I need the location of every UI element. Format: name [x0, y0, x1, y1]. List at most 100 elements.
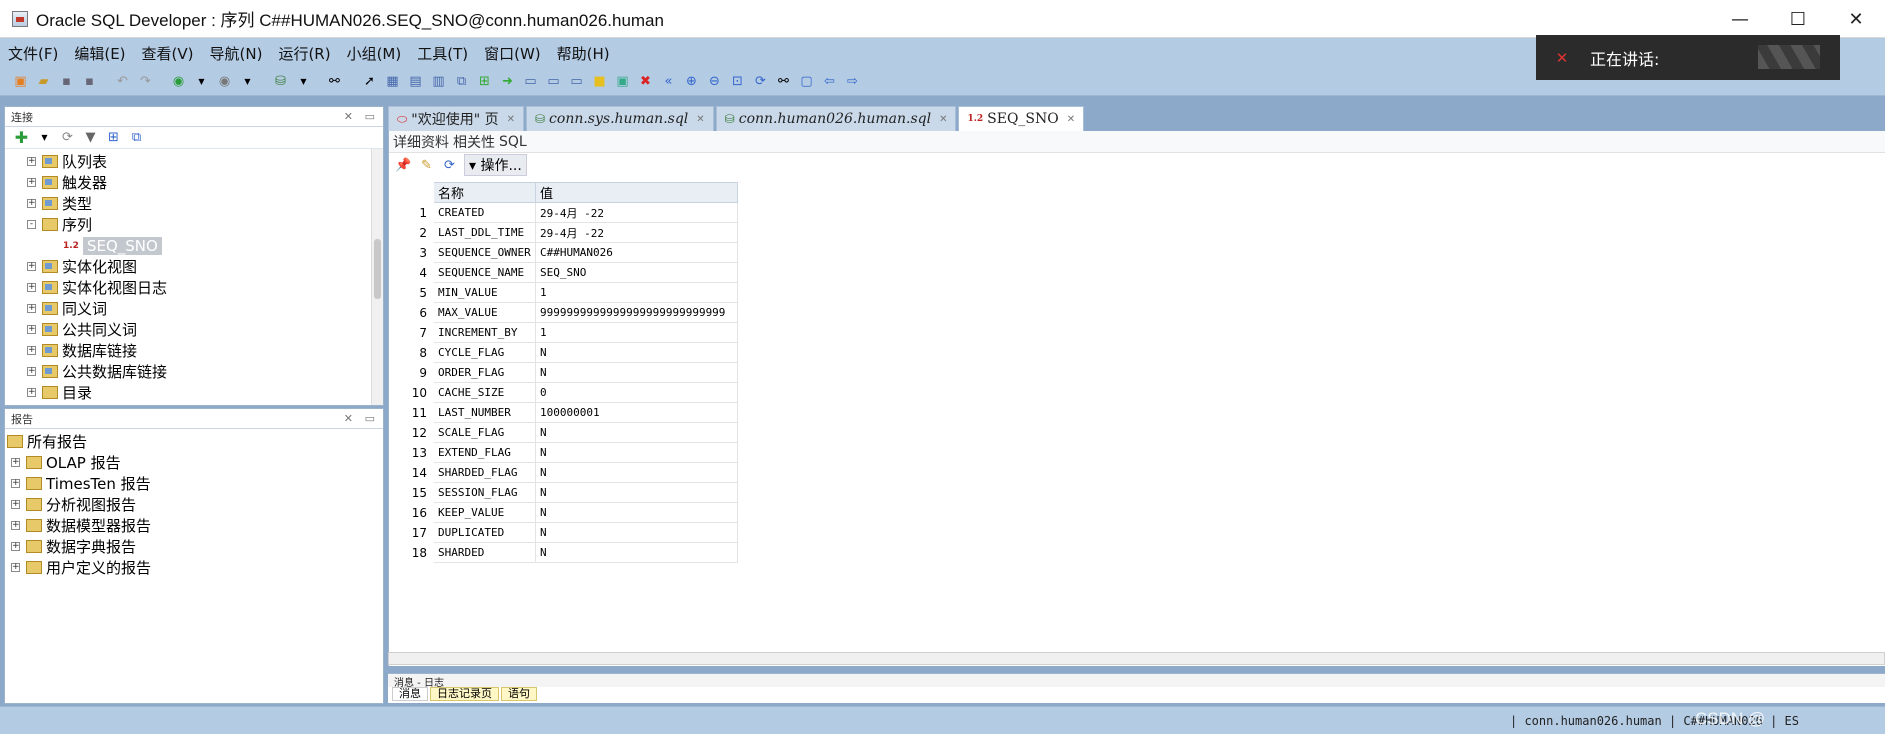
cell-value[interactable]: N: [535, 422, 738, 443]
tree-item[interactable]: + 公共同义词: [27, 319, 137, 340]
expand-icon[interactable]: +: [27, 304, 36, 313]
cell-name[interactable]: SCALE_FLAG: [433, 422, 536, 443]
table-row[interactable]: 6 MAX_VALUE 9999999999999999999999999999: [389, 302, 738, 323]
expand-icon[interactable]: +: [11, 542, 20, 551]
chevron-down-icon[interactable]: ▼: [36, 129, 53, 146]
cell-name[interactable]: LAST_NUMBER: [433, 402, 536, 423]
cell-value[interactable]: N: [535, 502, 738, 523]
zoom-out-icon[interactable]: ⊖: [706, 73, 723, 90]
table-row[interactable]: 4 SEQUENCE_NAME SEQ_SNO: [389, 262, 738, 283]
add-connection-icon[interactable]: ✚: [13, 129, 30, 146]
sql-worksheet-icon[interactable]: ⛁: [272, 73, 289, 90]
scrollbar-thumb[interactable]: [374, 239, 381, 299]
link-icon[interactable]: ⧉: [453, 73, 470, 90]
cell-value[interactable]: C##HUMAN026: [535, 242, 738, 263]
expand-icon[interactable]: +: [27, 199, 36, 208]
menu-tools[interactable]: 工具(T): [417, 43, 468, 64]
pin-icon[interactable]: 📌: [395, 157, 412, 174]
table-row[interactable]: 8 CYCLE_FLAG N: [389, 342, 738, 363]
menu-edit[interactable]: 编辑(E): [74, 43, 125, 64]
close-button[interactable]: ✕: [1827, 0, 1885, 38]
tree-item[interactable]: + OLAP 报告: [11, 452, 121, 473]
find-icon[interactable]: ⚯: [775, 73, 792, 90]
menu-team[interactable]: 小组(M): [347, 43, 402, 64]
menu-navigate[interactable]: 导航(N): [210, 43, 263, 64]
subtab-sql[interactable]: SQL: [499, 134, 527, 150]
tree-item[interactable]: + 分析视图报告: [11, 494, 136, 515]
table-row[interactable]: 3 SEQUENCE_OWNER C##HUMAN026: [389, 242, 738, 263]
cell-value[interactable]: N: [535, 462, 738, 483]
close-icon[interactable]: ✕: [696, 114, 704, 125]
cell-value[interactable]: SEQ_SNO: [535, 262, 738, 283]
note-icon[interactable]: ■: [591, 73, 608, 90]
cell-value[interactable]: N: [535, 482, 738, 503]
schema-icon[interactable]: ⊞: [105, 129, 122, 146]
expand-icon[interactable]: +: [27, 178, 36, 187]
tab-messages[interactable]: 消息: [392, 687, 428, 701]
cell-name[interactable]: INCREMENT_BY: [433, 322, 536, 343]
nav-back-icon[interactable]: ⇦: [821, 73, 838, 90]
tree-item[interactable]: + 触发器: [27, 172, 107, 193]
expand-icon[interactable]: +: [11, 458, 20, 467]
tree-item[interactable]: + 实体化视图日志: [27, 277, 167, 298]
close-icon[interactable]: ✕: [344, 412, 353, 425]
expand-icon[interactable]: +: [11, 521, 20, 530]
nav-forward-icon[interactable]: ⇨: [844, 73, 861, 90]
table-row[interactable]: 11 LAST_NUMBER 100000001: [389, 402, 738, 423]
panel-icon[interactable]: ▭: [522, 73, 539, 90]
table-row[interactable]: 15 SESSION_FLAG N: [389, 482, 738, 503]
arrow-right-icon[interactable]: ➜: [499, 73, 516, 90]
table-row[interactable]: 18 SHARDED N: [389, 542, 738, 563]
cell-name[interactable]: SEQUENCE_NAME: [433, 262, 536, 283]
table-row[interactable]: 1 CREATED 29-4月 -22: [389, 202, 738, 223]
cell-value[interactable]: 0: [535, 382, 738, 403]
tree-item[interactable]: + 公共数据库链接: [27, 361, 167, 382]
tab-seq-sno[interactable]: 1.2 SEQ_SNO ✕: [958, 106, 1085, 131]
undo-icon[interactable]: ↶: [114, 73, 131, 90]
subtab-details[interactable]: 详细资料: [393, 132, 449, 152]
horizontal-scrollbar[interactable]: [388, 652, 1885, 665]
close-icon[interactable]: ✕: [939, 114, 947, 125]
tree-item[interactable]: + 用户定义的报告: [11, 557, 151, 578]
tree-item[interactable]: + 队列表: [27, 151, 107, 172]
cell-name[interactable]: DUPLICATED: [433, 522, 536, 543]
table-row[interactable]: 10 CACHE_SIZE 0: [389, 382, 738, 403]
filter-icon[interactable]: ▼: [82, 129, 99, 146]
zoom-in-icon[interactable]: ⊕: [683, 73, 700, 90]
cell-value[interactable]: 1: [535, 282, 738, 303]
delete-icon[interactable]: ✖: [637, 73, 654, 90]
expand-icon[interactable]: +: [27, 283, 36, 292]
actions-button[interactable]: ▾ 操作...: [464, 154, 527, 176]
maximize-button[interactable]: ☐: [1769, 0, 1827, 38]
cell-name[interactable]: ORDER_FLAG: [433, 362, 536, 383]
open-folder-icon[interactable]: ▰: [35, 73, 52, 90]
subtab-dependencies[interactable]: 相关性: [453, 132, 495, 152]
tree-item[interactable]: + 数据字典报告: [11, 536, 136, 557]
cell-name[interactable]: EXTEND_FLAG: [433, 442, 536, 463]
save-icon[interactable]: ▪: [58, 73, 75, 90]
minimize-button[interactable]: —: [1711, 0, 1769, 38]
vertical-scrollbar[interactable]: [371, 149, 383, 405]
tree-item[interactable]: + 目录: [27, 382, 92, 403]
cell-value[interactable]: 1: [535, 322, 738, 343]
cell-value[interactable]: N: [535, 522, 738, 543]
menu-window[interactable]: 窗口(W): [484, 43, 541, 64]
close-icon[interactable]: ✕: [1067, 114, 1075, 125]
table-icon[interactable]: ▦: [384, 73, 401, 90]
cell-name[interactable]: SEQUENCE_OWNER: [433, 242, 536, 263]
cell-name[interactable]: SHARDED_FLAG: [433, 462, 536, 483]
cell-value[interactable]: 29-4月 -22: [535, 202, 738, 223]
table-row[interactable]: 5 MIN_VALUE 1: [389, 282, 738, 303]
tab-conn-sys[interactable]: ⛁ conn.sys.human.sql ✕: [525, 106, 714, 131]
table-row[interactable]: 9 ORDER_FLAG N: [389, 362, 738, 383]
minimize-icon[interactable]: ▭: [365, 412, 375, 425]
refresh-icon[interactable]: ⟳: [59, 129, 76, 146]
cell-name[interactable]: LAST_DDL_TIME: [433, 222, 536, 243]
cell-name[interactable]: MAX_VALUE: [433, 302, 536, 323]
table-row[interactable]: 2 LAST_DDL_TIME 29-4月 -22: [389, 222, 738, 243]
collapse-icon[interactable]: -: [27, 220, 36, 229]
chevron-down-icon[interactable]: ▼: [295, 73, 312, 90]
tree-item[interactable]: + 数据模型器报告: [11, 515, 151, 536]
panel-top-icon[interactable]: ▭: [545, 73, 562, 90]
menu-view[interactable]: 查看(V): [142, 43, 194, 64]
